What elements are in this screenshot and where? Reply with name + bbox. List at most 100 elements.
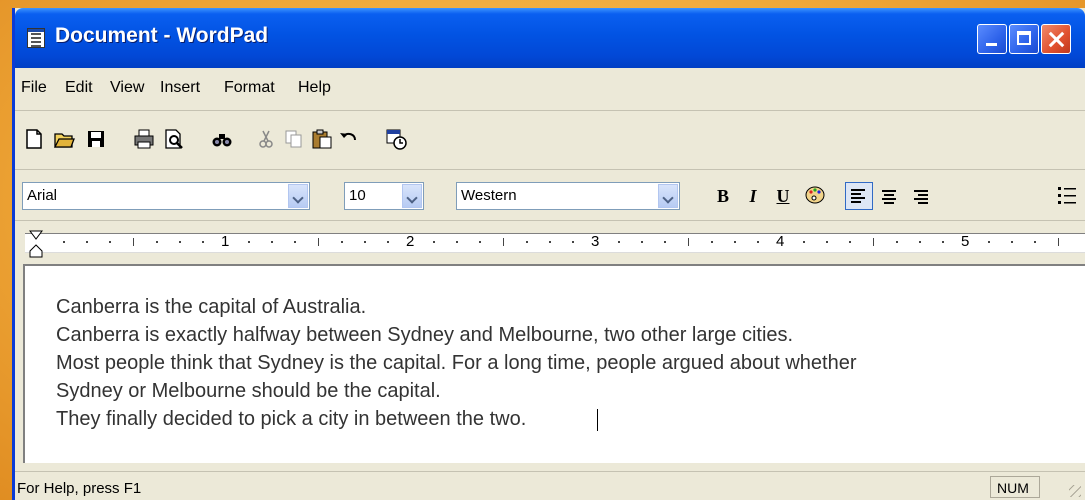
- new-icon[interactable]: [23, 128, 45, 150]
- ruler-tick: [271, 241, 273, 243]
- ruler-number: 5: [961, 233, 970, 250]
- open-icon[interactable]: [53, 128, 75, 150]
- ruler[interactable]: 1 2 3 4 5: [15, 221, 1085, 261]
- indent-marker-icon[interactable]: [29, 229, 43, 259]
- ruler-number: 1: [221, 233, 230, 250]
- chevron-down-icon[interactable]: [288, 184, 308, 208]
- ruler-tick: [156, 241, 158, 243]
- ruler-tick: [572, 241, 574, 243]
- ruler-tick: [919, 241, 921, 243]
- ruler-tick: [711, 241, 713, 243]
- italic-button[interactable]: I: [741, 184, 765, 208]
- title-bar[interactable]: Document - WordPad: [15, 8, 1085, 68]
- resize-grip-icon[interactable]: [1069, 485, 1081, 497]
- wordpad-window: Document - WordPad File Edit View Insert…: [12, 8, 1085, 500]
- copy-icon[interactable]: [283, 128, 305, 150]
- find-icon[interactable]: [211, 128, 233, 150]
- minimize-button[interactable]: [977, 24, 1007, 54]
- font-combo[interactable]: Arial: [22, 182, 310, 210]
- ruler-number: 4: [776, 233, 785, 250]
- document-line[interactable]: Canberra is the capital of Australia.: [56, 296, 366, 319]
- ruler-tick: [618, 241, 620, 243]
- ruler-tick: [387, 241, 389, 243]
- ruler-tick: [803, 241, 805, 243]
- script-combo[interactable]: Western: [456, 182, 680, 210]
- ruler-tick: [294, 241, 296, 243]
- font-size-combo[interactable]: 10: [344, 182, 424, 210]
- document-line[interactable]: Sydney or Melbourne should be the capita…: [56, 380, 441, 403]
- print-icon[interactable]: [133, 128, 155, 150]
- document-area[interactable]: Canberra is the capital of Australia. Ca…: [23, 264, 1085, 463]
- text-caret: [597, 409, 598, 431]
- save-icon[interactable]: [85, 128, 107, 150]
- ruler-tick: [826, 241, 828, 243]
- ruler-tick: [341, 241, 343, 243]
- ruler-number: 3: [591, 233, 600, 250]
- standard-toolbar: [15, 111, 1085, 170]
- undo-icon[interactable]: [337, 128, 359, 150]
- color-palette-icon[interactable]: [803, 184, 827, 208]
- ruler-number: 2: [406, 233, 415, 250]
- menu-help[interactable]: Help: [298, 79, 331, 97]
- menu-view[interactable]: View: [110, 79, 144, 97]
- ruler-tick: [63, 241, 65, 243]
- document-line[interactable]: Most people think that Sydney is the cap…: [56, 352, 857, 375]
- ruler-tick: [734, 241, 736, 243]
- align-right-icon: [914, 190, 928, 206]
- ruler-tick: [133, 238, 134, 246]
- script-value: Western: [461, 187, 517, 204]
- ruler-tick: [1058, 238, 1059, 246]
- chevron-down-icon[interactable]: [658, 184, 678, 208]
- bullets-button[interactable]: [1055, 184, 1079, 208]
- ruler-tick: [503, 238, 504, 246]
- ruler-tick: [248, 241, 250, 243]
- ruler-tick: [849, 241, 851, 243]
- status-bar: For Help, press F1 NUM: [15, 471, 1085, 500]
- print-preview-icon[interactable]: [163, 128, 185, 150]
- format-toolbar: Arial 10 Western B I U: [15, 170, 1085, 221]
- bold-button[interactable]: B: [711, 184, 735, 208]
- underline-button[interactable]: U: [771, 184, 795, 208]
- menu-bar: File Edit View Insert Format Help: [15, 68, 1085, 111]
- align-left-button[interactable]: [845, 182, 873, 210]
- align-center-icon: [882, 190, 896, 206]
- document-line[interactable]: Canberra is exactly halfway between Sydn…: [56, 324, 793, 347]
- ruler-tick: [757, 241, 759, 243]
- cut-icon[interactable]: [255, 128, 277, 150]
- ruler-tick: [549, 241, 551, 243]
- ruler-tick: [1011, 241, 1013, 243]
- ruler-tick: [641, 241, 643, 243]
- wordpad-app-icon[interactable]: [27, 28, 45, 48]
- date-time-icon[interactable]: [385, 128, 407, 150]
- ruler-tick: [664, 241, 666, 243]
- num-lock-indicator: NUM: [990, 476, 1040, 498]
- ruler-tick: [433, 241, 435, 243]
- menu-edit[interactable]: Edit: [65, 79, 93, 97]
- ruler-tick: [873, 238, 874, 246]
- paste-icon[interactable]: [311, 128, 333, 150]
- font-value: Arial: [27, 187, 58, 204]
- document-line[interactable]: They finally decided to pick a city in b…: [56, 408, 526, 431]
- maximize-button[interactable]: [1009, 24, 1039, 54]
- ruler-tick: [942, 241, 944, 243]
- window-title: Document - WordPad: [55, 24, 269, 47]
- menu-file[interactable]: File: [21, 79, 47, 97]
- ruler-tick: [688, 238, 689, 246]
- menu-insert[interactable]: Insert: [160, 79, 200, 97]
- ruler-tick: [364, 241, 366, 243]
- ruler-tick: [988, 241, 990, 243]
- menu-format[interactable]: Format: [224, 79, 275, 97]
- align-left-icon: [851, 189, 865, 205]
- align-right-button[interactable]: [909, 184, 933, 208]
- ruler-tick: [202, 241, 204, 243]
- status-help-text: For Help, press F1: [17, 480, 142, 497]
- chevron-down-icon[interactable]: [402, 184, 422, 208]
- ruler-tick: [109, 241, 111, 243]
- ruler-tick: [526, 241, 528, 243]
- close-button[interactable]: [1041, 24, 1071, 54]
- ruler-tick: [896, 241, 898, 243]
- ruler-strip: 1 2 3 4 5: [25, 233, 1085, 253]
- ruler-tick: [318, 238, 319, 246]
- align-center-button[interactable]: [877, 184, 901, 208]
- ruler-tick: [456, 241, 458, 243]
